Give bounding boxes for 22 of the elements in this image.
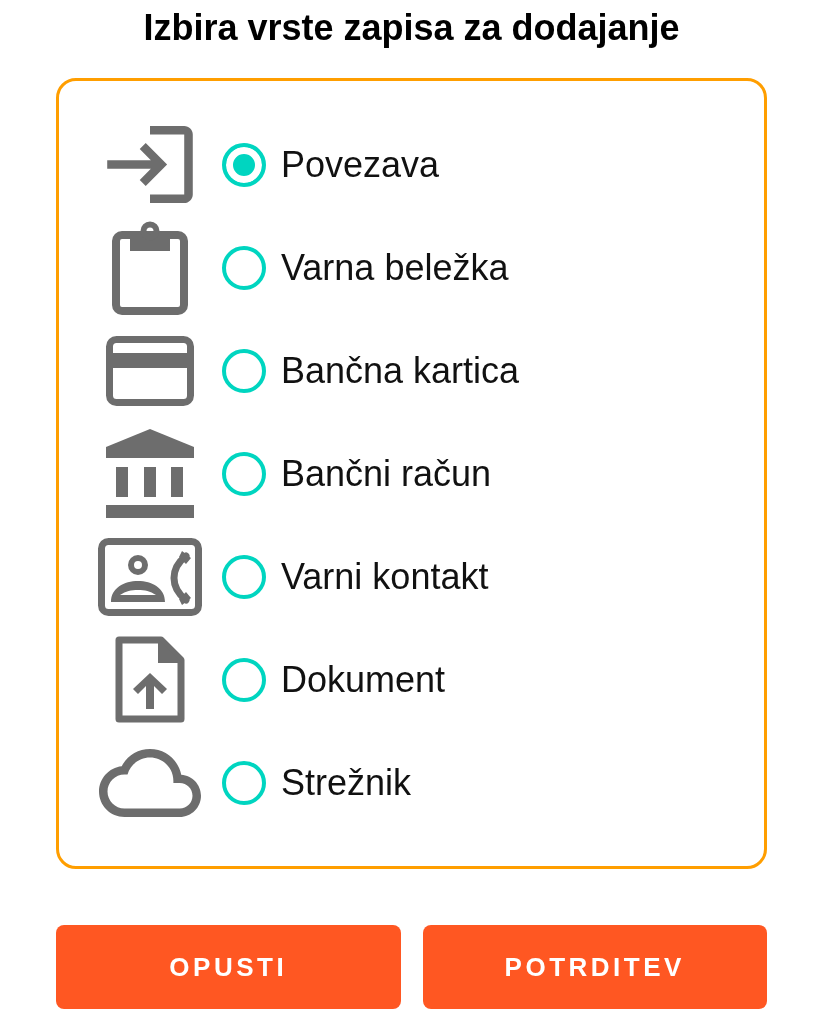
dialog-title: Izbira vrste zapisa za dodajanje	[142, 6, 681, 50]
credit-card-icon	[106, 335, 194, 406]
option-label[interactable]: Povezava	[281, 143, 440, 187]
radio-button[interactable]	[222, 348, 266, 393]
option-label[interactable]: Varni kontakt	[281, 555, 489, 599]
clipboard-icon	[111, 220, 189, 315]
option-label[interactable]: Strežnik	[281, 761, 412, 805]
radio-button[interactable]	[222, 554, 266, 599]
sign-in-arrow-icon	[107, 126, 193, 204]
contact-card-icon	[98, 537, 202, 616]
file-upload-icon	[115, 636, 185, 724]
radio-button[interactable]	[222, 245, 266, 290]
option-label[interactable]: Bančna kartica	[281, 349, 520, 393]
radio-button[interactable]	[222, 451, 266, 496]
option-label[interactable]: Bančni račun	[281, 452, 492, 496]
option-label[interactable]: Varna beležka	[281, 246, 509, 290]
bank-building-icon	[106, 429, 194, 519]
radio-button[interactable]	[222, 142, 266, 187]
option-label[interactable]: Dokument	[281, 658, 446, 702]
radio-button[interactable]	[222, 657, 266, 702]
radio-button[interactable]	[222, 760, 266, 805]
cloud-icon	[99, 748, 201, 817]
